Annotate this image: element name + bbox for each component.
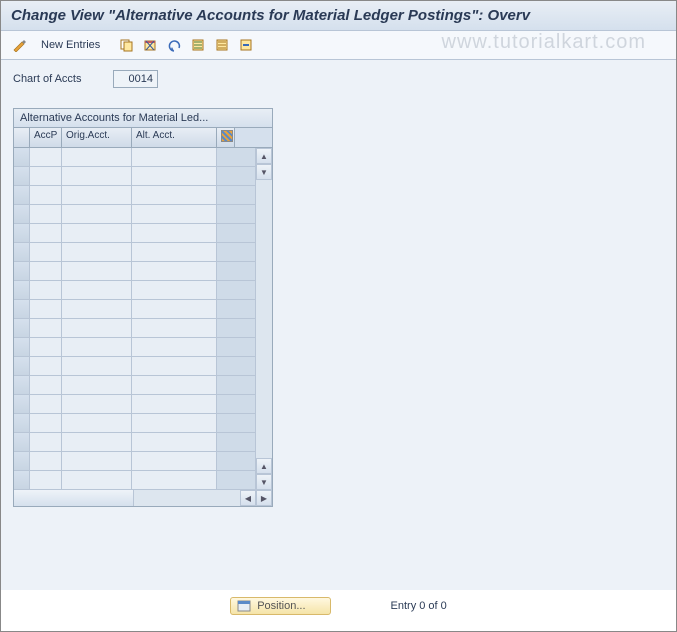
table-row[interactable] xyxy=(14,376,255,395)
position-label: Position... xyxy=(257,600,305,612)
scroll-up-icon[interactable]: ▲ xyxy=(256,148,272,164)
col-accp[interactable]: AccP xyxy=(30,128,62,147)
col-orig-acct[interactable]: Orig.Acct. xyxy=(62,128,132,147)
vertical-scrollbar[interactable]: ▲ ▼ ▲ ▼ xyxy=(255,148,272,490)
scroll-down-icon[interactable]: ▼ xyxy=(256,164,272,180)
chart-of-accts-row: Chart of Accts xyxy=(13,70,664,88)
title-bar: Change View "Alternative Accounts for Ma… xyxy=(1,1,676,31)
table-row[interactable] xyxy=(14,395,255,414)
table-row[interactable] xyxy=(14,148,255,167)
table-row[interactable] xyxy=(14,224,255,243)
position-button[interactable]: Position... xyxy=(230,597,330,615)
copy-as-icon[interactable] xyxy=(116,35,136,55)
table-title: Alternative Accounts for Material Led... xyxy=(14,109,272,128)
table-row[interactable] xyxy=(14,186,255,205)
table-row[interactable] xyxy=(14,471,255,490)
col-alt-acct[interactable]: Alt. Acct. xyxy=(132,128,217,147)
table-row[interactable] xyxy=(14,243,255,262)
scroll-right-icon[interactable]: ▶ xyxy=(256,490,272,506)
select-block-icon[interactable] xyxy=(212,35,232,55)
col-configure-icon[interactable] xyxy=(217,128,235,147)
deselect-all-icon[interactable] xyxy=(236,35,256,55)
scroll-down2-icon[interactable]: ▼ xyxy=(256,474,272,490)
footer: Position... Entry 0 of 0 xyxy=(1,591,676,621)
chart-of-accts-input[interactable] xyxy=(113,70,158,88)
col-selector[interactable] xyxy=(14,128,30,147)
content-area: Chart of Accts Alternative Accounts for … xyxy=(1,60,676,590)
select-all-icon[interactable] xyxy=(188,35,208,55)
table-row[interactable] xyxy=(14,319,255,338)
scroll-track[interactable] xyxy=(256,180,272,458)
scroll-left-icon[interactable]: ◀ xyxy=(240,490,256,506)
table-row[interactable] xyxy=(14,357,255,376)
table-row[interactable] xyxy=(14,414,255,433)
horizontal-scrollbar[interactable]: ◀ ▶ xyxy=(14,490,272,506)
delete-icon[interactable] xyxy=(140,35,160,55)
table-column-headers: AccP Orig.Acct. Alt. Acct. xyxy=(14,128,272,148)
table-rows xyxy=(14,148,255,490)
page-title: Change View "Alternative Accounts for Ma… xyxy=(11,7,530,24)
table-row[interactable] xyxy=(14,281,255,300)
table-row[interactable] xyxy=(14,300,255,319)
entry-count: Entry 0 of 0 xyxy=(391,600,447,612)
ledger-table: Alternative Accounts for Material Led...… xyxy=(13,108,273,507)
table-row[interactable] xyxy=(14,262,255,281)
table-row[interactable] xyxy=(14,167,255,186)
position-icon xyxy=(237,600,251,612)
table-row[interactable] xyxy=(14,452,255,471)
chart-of-accts-label: Chart of Accts xyxy=(13,73,113,85)
table-row[interactable] xyxy=(14,433,255,452)
table-row[interactable] xyxy=(14,205,255,224)
toolbar: New Entries xyxy=(1,31,676,60)
table-row[interactable] xyxy=(14,338,255,357)
scroll-up2-icon[interactable]: ▲ xyxy=(256,458,272,474)
new-entries-button[interactable]: New Entries xyxy=(33,37,108,53)
toggle-display-change-icon[interactable] xyxy=(9,35,29,55)
undo-icon[interactable] xyxy=(164,35,184,55)
